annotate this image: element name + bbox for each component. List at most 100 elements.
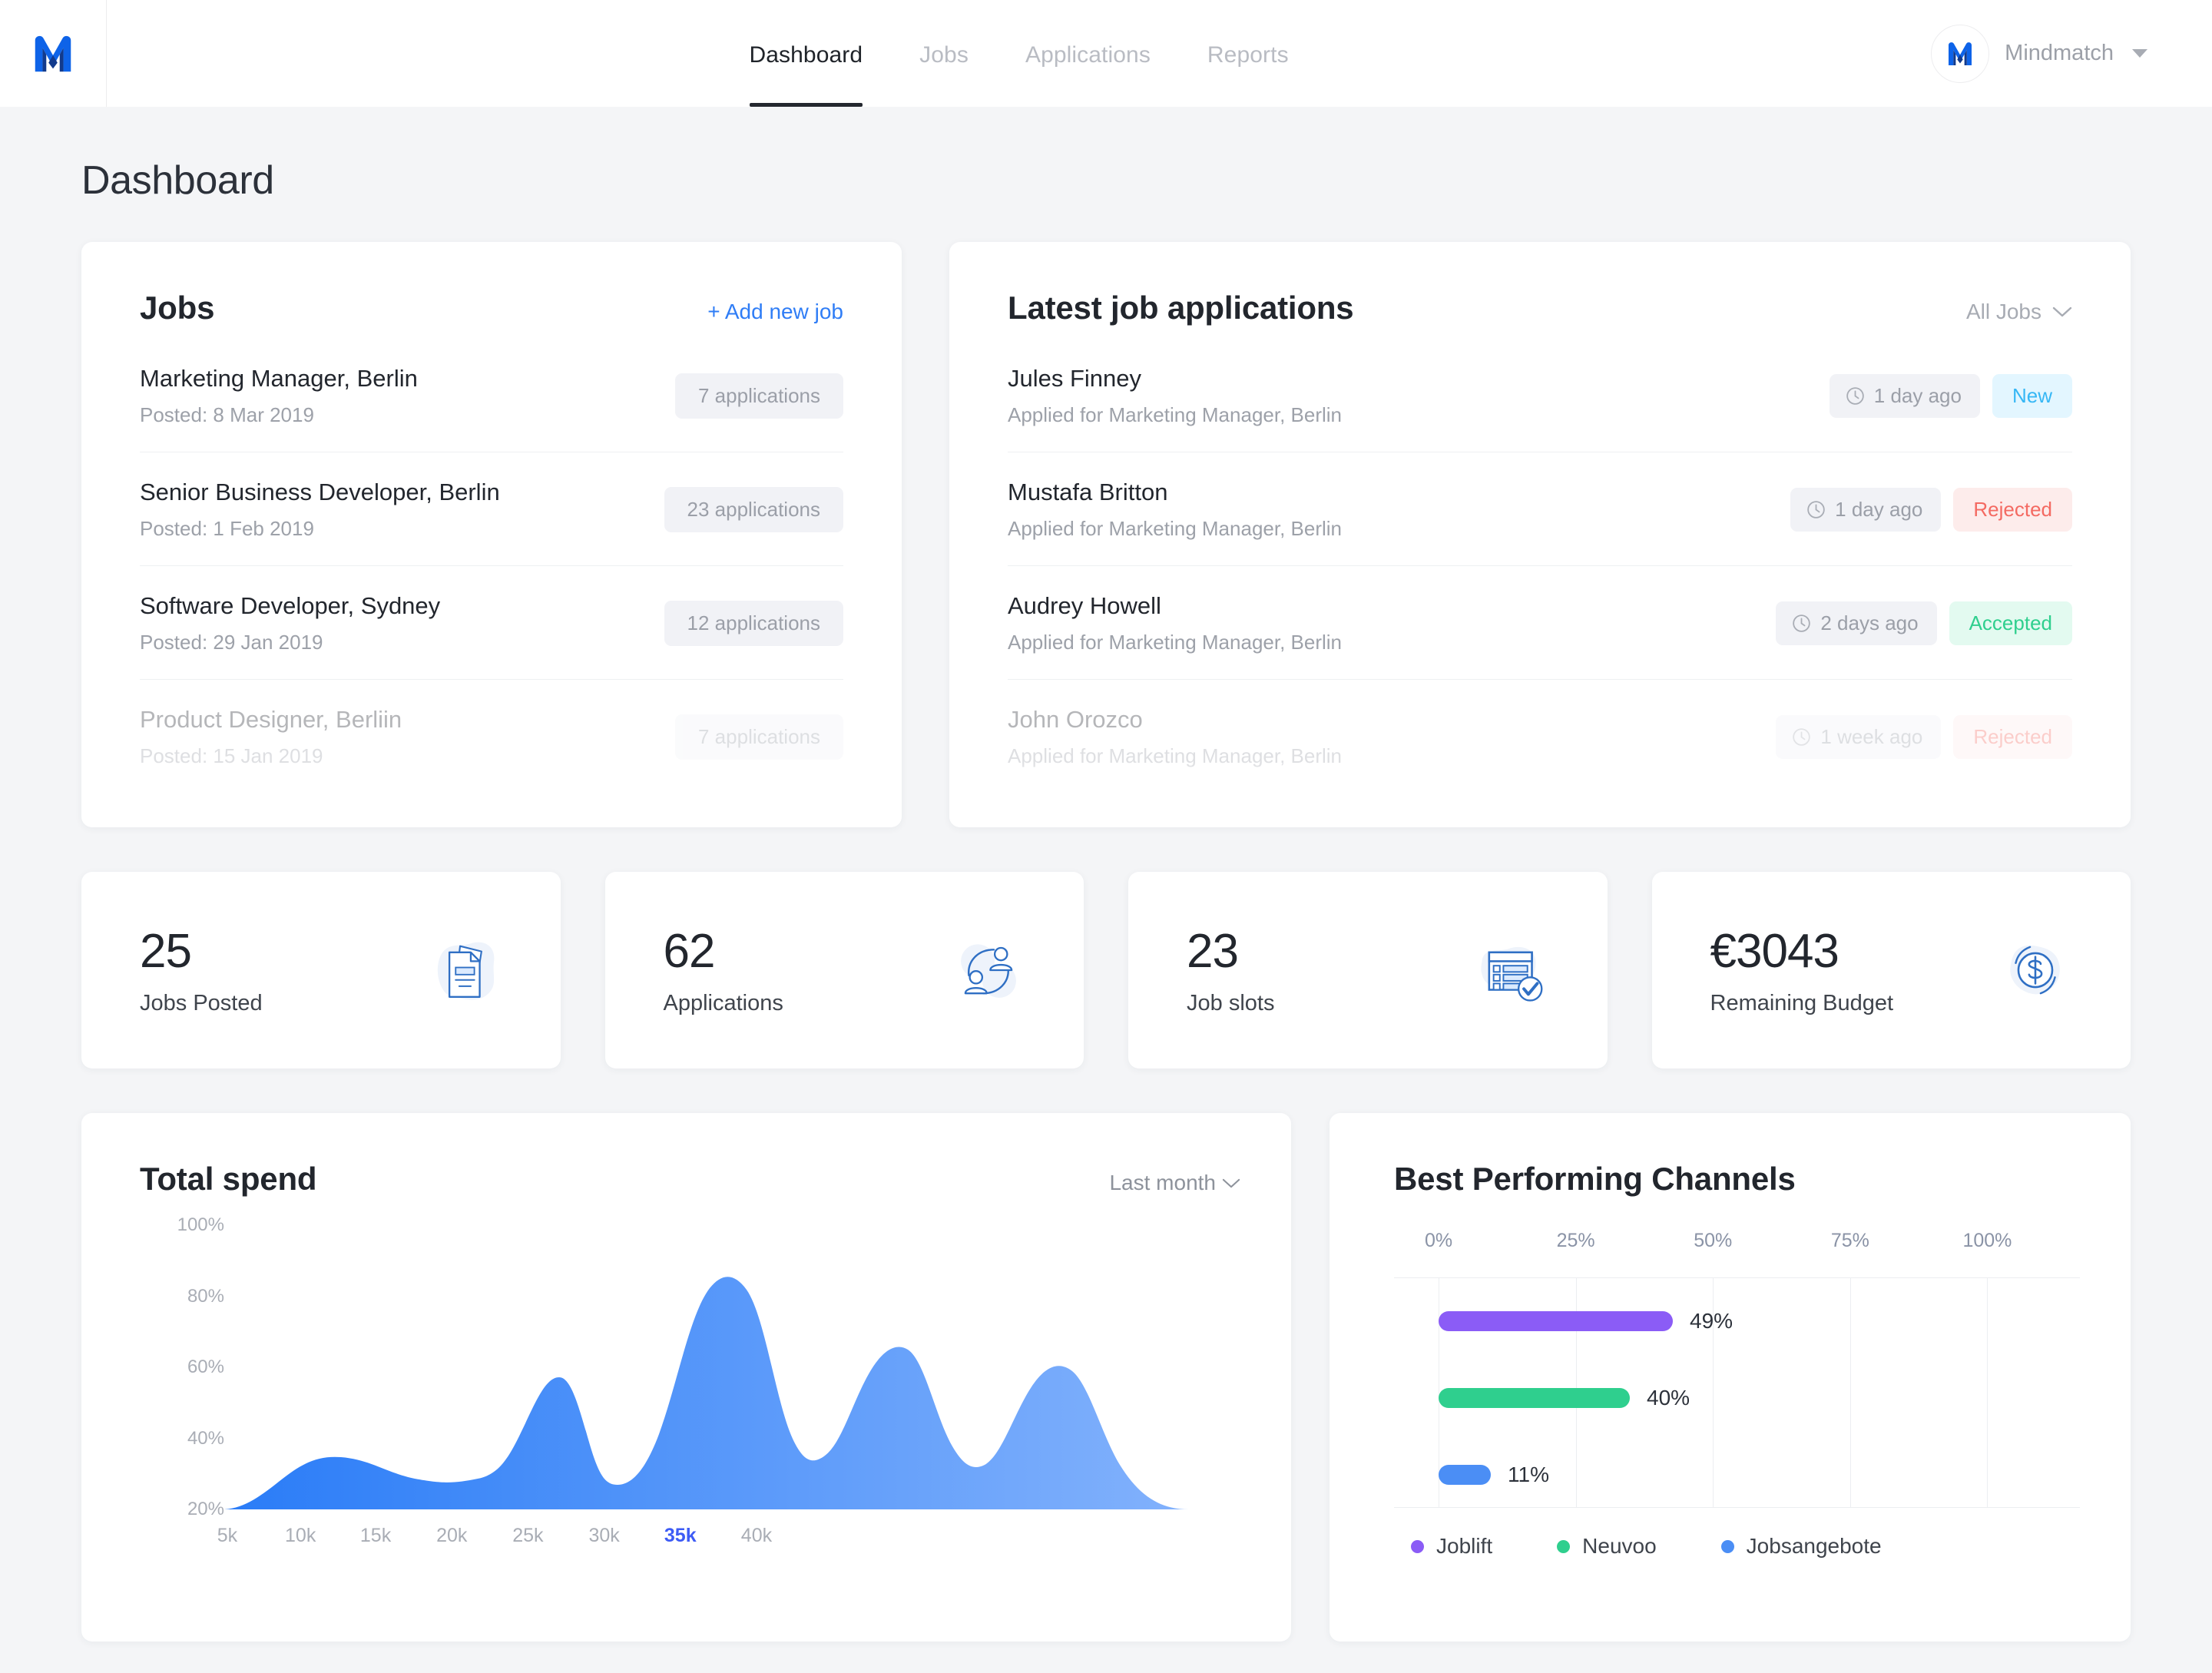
application-time-badge: 1 day ago	[1790, 488, 1942, 532]
applications-list: Jules Finney Applied for Marketing Manag…	[1008, 339, 2072, 793]
job-row[interactable]: Software Developer, Sydney Posted: 29 Ja…	[140, 566, 843, 680]
job-row[interactable]: Marketing Manager, Berlin Posted: 8 Mar …	[140, 339, 843, 452]
page-title: Dashboard	[81, 158, 274, 203]
stat-label: Remaining Budget	[1710, 991, 1894, 1015]
job-title: Product Designer, Berliin	[140, 706, 402, 733]
bar-jobsangebote[interactable]	[1439, 1465, 1492, 1485]
clock-icon	[1793, 615, 1811, 632]
nav-link-jobs[interactable]: Jobs	[919, 0, 969, 107]
account-menu[interactable]: Mindmatch	[1931, 0, 2212, 107]
bar-neuvoo[interactable]	[1439, 1388, 1631, 1408]
channels-x-axis-labels: 0% 25% 50% 75% 100%	[1394, 1230, 2080, 1261]
job-title: Software Developer, Sydney	[140, 592, 441, 619]
application-time-badge: 2 days ago	[1776, 601, 1937, 645]
stat-card-jobs-posted: 25 Jobs Posted	[81, 872, 561, 1068]
applications-card-title: Latest job applications	[1008, 290, 1354, 326]
spend-area-series	[224, 1277, 1230, 1509]
application-row[interactable]: Mustafa Britton Applied for Marketing Ma…	[1008, 452, 2072, 566]
stat-label: Job slots	[1187, 991, 1275, 1015]
jobs-card-title: Jobs	[140, 290, 215, 326]
bar-value-jobsangebote: 11%	[1508, 1463, 1549, 1486]
primary-nav-links: Dashboard Jobs Applications Reports	[107, 0, 1931, 107]
x-tick-100: 100%	[1962, 1230, 2012, 1251]
job-posted-date: Posted: 8 Mar 2019	[140, 403, 314, 426]
nav-link-reports[interactable]: Reports	[1207, 0, 1289, 107]
channels-bars-area: 49% 40% 11%	[1394, 1277, 2080, 1508]
applicant-name: Jules Finney	[1008, 365, 1142, 392]
nav-label-applications: Applications	[1025, 41, 1151, 68]
bar-joblift[interactable]	[1439, 1311, 1674, 1331]
job-row[interactable]: Product Designer, Berliin Posted: 15 Jan…	[140, 680, 843, 793]
all-jobs-filter-dropdown[interactable]: All Jobs	[1966, 300, 2072, 324]
x-tick-20k: 20k	[436, 1525, 468, 1546]
bar-value-joblift: 49%	[1690, 1309, 1734, 1333]
period-dropdown[interactable]: Last month	[1109, 1171, 1240, 1195]
chevron-down-icon	[2052, 306, 2072, 317]
application-time-text: 1 week ago	[1820, 725, 1923, 748]
bar-value-neuvoo: 40%	[1647, 1386, 1690, 1410]
x-tick-50: 50%	[1694, 1230, 1733, 1251]
status-badge: New	[1992, 374, 2072, 418]
bar-group-jobsangebote: 11%	[1439, 1463, 1549, 1487]
gridline-75	[1849, 1277, 1851, 1508]
jobs-card: Jobs + Add new job Marketing Manager, Be…	[81, 242, 902, 827]
legend-dot-joblift	[1411, 1539, 1424, 1553]
all-jobs-filter-label: All Jobs	[1965, 300, 2041, 323]
legend-item-jobsangebote[interactable]: Jobsangebote	[1720, 1534, 1882, 1559]
jobs-list: Marketing Manager, Berlin Posted: 8 Mar …	[140, 339, 843, 793]
total-spend-header: Total spend Last month	[140, 1161, 1240, 1198]
applied-for-text: Applied for Marketing Manager, Berlin	[1008, 631, 1343, 654]
jobs-card-header: Jobs + Add new job	[140, 290, 843, 326]
status-badge: Rejected	[1953, 488, 2072, 532]
x-axis-labels: 5k 10k 15k 20k 25k 30k 35k 40k	[217, 1525, 1227, 1555]
nav-link-applications[interactable]: Applications	[1025, 0, 1151, 107]
stat-card-job-slots: 23 Job slots	[1128, 872, 1608, 1068]
total-spend-plot: 100% 80% 60% 40% 20% 5k 10k 15k 20k 25k …	[140, 1214, 1240, 1555]
job-applications-count: 7 applications	[675, 714, 843, 760]
stat-value: 25	[140, 925, 192, 978]
dollar-coin-icon	[2010, 945, 2060, 995]
job-applications-count: 23 applications	[664, 487, 843, 532]
channels-title: Best Performing Channels	[1394, 1161, 1796, 1197]
x-tick-10k: 10k	[285, 1525, 316, 1546]
x-tick-5k: 5k	[217, 1525, 238, 1546]
gridline-100	[1987, 1277, 1988, 1508]
channels-legend: Joblift Neuvoo Jobsangebote	[1394, 1534, 2080, 1559]
charts-row: Total spend Last month 100% 80% 60% 40%	[81, 1113, 2131, 1642]
applied-for-text: Applied for Marketing Manager, Berlin	[1008, 403, 1343, 426]
total-spend-title: Total spend	[140, 1161, 317, 1197]
stat-value: 62	[663, 925, 716, 978]
x-tick-25k: 25k	[512, 1525, 544, 1546]
legend-item-joblift[interactable]: Joblift	[1411, 1534, 1492, 1559]
application-time-text: 1 day ago	[1873, 384, 1962, 407]
legend-label-joblift: Joblift	[1436, 1534, 1493, 1558]
application-row[interactable]: Audrey Howell Applied for Marketing Mana…	[1008, 566, 2072, 680]
clock-icon	[1807, 501, 1825, 518]
gridline-bottom	[1394, 1507, 2080, 1508]
job-title: Marketing Manager, Berlin	[140, 365, 418, 392]
application-time-badge: 1 day ago	[1829, 374, 1980, 418]
stat-card-applications: 62 Applications	[604, 872, 1084, 1068]
applied-for-text: Applied for Marketing Manager, Berlin	[1008, 744, 1343, 767]
legend-dot-neuvoo	[1557, 1539, 1571, 1553]
nav-link-dashboard[interactable]: Dashboard	[749, 0, 863, 107]
brand-logo[interactable]	[0, 0, 107, 107]
add-new-job-button[interactable]: + Add new job	[707, 300, 843, 324]
x-tick-0: 0%	[1424, 1230, 1453, 1251]
stat-value: €3043	[1710, 925, 1839, 978]
job-posted-date: Posted: 1 Feb 2019	[140, 517, 314, 540]
legend-item-neuvoo[interactable]: Neuvoo	[1557, 1534, 1657, 1559]
x-tick-75: 75%	[1830, 1230, 1869, 1251]
x-tick-15k: 15k	[359, 1525, 392, 1546]
clock-icon	[1793, 728, 1811, 746]
status-badge: Accepted	[1949, 601, 2072, 645]
channels-plot: 0% 25% 50% 75% 100% 49% 40% 11% Joblift …	[1394, 1230, 2080, 1559]
application-row[interactable]: Jules Finney Applied for Marketing Manag…	[1008, 339, 2072, 452]
x-tick-40k: 40k	[740, 1525, 773, 1546]
nav-label-jobs: Jobs	[919, 41, 969, 68]
y-tick-100: 100%	[177, 1214, 224, 1235]
nav-label-reports: Reports	[1207, 41, 1289, 68]
application-row[interactable]: John Orozco Applied for Marketing Manage…	[1008, 680, 2072, 793]
job-row[interactable]: Senior Business Developer, Berlin Posted…	[140, 452, 843, 566]
legend-label-neuvoo: Neuvoo	[1582, 1534, 1657, 1558]
